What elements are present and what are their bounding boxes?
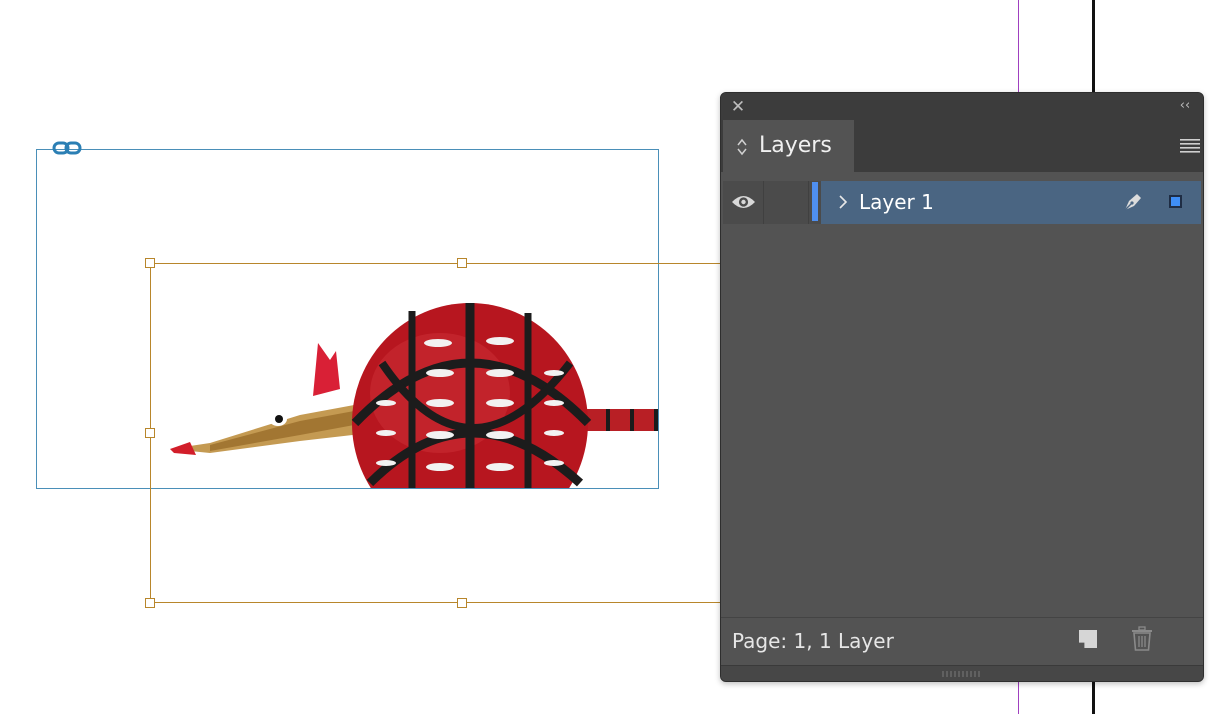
panel-titlebar[interactable]: ✕ ‹‹: [721, 93, 1203, 120]
resize-handle-bottom-center[interactable]: [457, 598, 467, 608]
layer-color-swatch: [812, 182, 818, 221]
tab-layers-label: Layers: [759, 133, 832, 158]
resize-handle-top-left[interactable]: [145, 258, 155, 268]
lock-toggle[interactable]: [764, 181, 809, 224]
pen-icon: [1124, 194, 1141, 211]
eye-icon: [732, 196, 755, 208]
chevron-right-icon[interactable]: [837, 192, 849, 212]
double-chevron-left-icon[interactable]: ‹‹: [1175, 98, 1195, 114]
hamburger-menu-icon[interactable]: [1179, 136, 1201, 154]
resize-handle-bottom-left[interactable]: [145, 598, 155, 608]
panel-tab-strip: Layers: [721, 120, 1203, 172]
document-canvas[interactable]: ✕ ‹‹ Layers Layer 1 Page: 1, 1 Layer: [0, 0, 1218, 714]
footer-divider: [721, 617, 1203, 618]
layer-name[interactable]: Layer 1: [859, 189, 934, 215]
up-down-arrows-icon: [737, 138, 747, 156]
new-layer-icon[interactable]: [1077, 628, 1099, 650]
close-icon[interactable]: ✕: [730, 99, 746, 116]
resize-handle-middle-left[interactable]: [145, 428, 155, 438]
resize-handle-top-center[interactable]: [457, 258, 467, 268]
selection-square-icon[interactable]: [1169, 195, 1182, 208]
visibility-toggle[interactable]: [723, 181, 764, 224]
trash-icon[interactable]: [1131, 626, 1153, 652]
tab-layers[interactable]: Layers: [723, 120, 854, 172]
layer-row[interactable]: Layer 1: [723, 181, 1201, 224]
link-icon[interactable]: [52, 139, 82, 157]
panel-resize-bar[interactable]: [721, 665, 1203, 681]
resize-grip-icon[interactable]: [941, 670, 981, 678]
status-text: Page: 1, 1 Layer: [732, 629, 894, 653]
layers-panel: ✕ ‹‹ Layers Layer 1 Page: 1, 1 Layer: [720, 92, 1204, 682]
